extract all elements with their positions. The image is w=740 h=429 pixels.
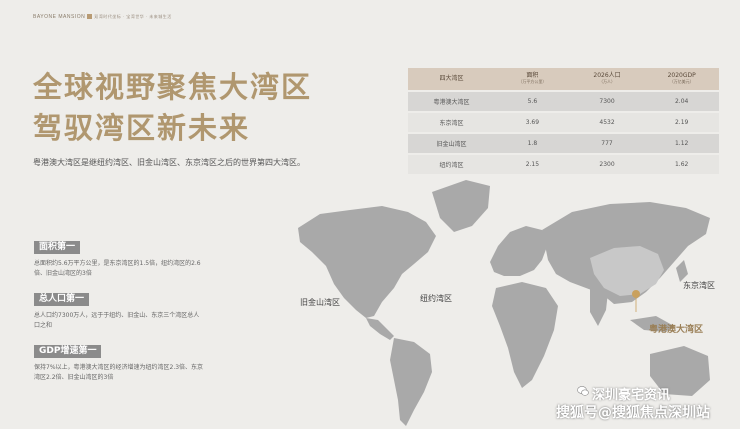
intro-text: 粤港澳大湾区是继纽约湾区、旧金山湾区、东京湾区之后的世界第四大湾区。 [33, 158, 305, 167]
table-cell: 1.8 [495, 132, 570, 154]
brand-logo-icon [87, 14, 93, 19]
table-header-cell: 面积 （万平方公里） [495, 68, 570, 91]
stat-desc-gdp: 保持7%以上，粤港澳大湾区的经济增速为纽约湾区2.3倍、东京湾区2.2倍、旧金山… [34, 364, 204, 381]
stat-desc-population: 总人口约7300万人，远于于纽约、旧金山、东京三个湾区总人口之和 [34, 312, 200, 329]
greenland-shape [432, 180, 490, 232]
south-america-shape [390, 338, 432, 426]
table-cell: 2.04 [644, 90, 719, 112]
table-header-cell: 2020GDP （万亿美元） [644, 68, 719, 91]
watermark-line2: 搜狐号@搜狐焦点深圳站 [556, 405, 710, 421]
table-cell: 5.6 [495, 90, 570, 112]
brand-header: BAYONE MANSION 双湾时代坐标 · 宝湾世华 · 未来城生活 [33, 14, 172, 20]
table-cell: 4532 [569, 111, 645, 133]
map-label-gba: 粤港澳大湾区 [649, 325, 704, 335]
world-map [298, 180, 710, 426]
india-shape [590, 288, 608, 326]
brand-tagline: 双湾时代坐标 · 宝湾世华 · 未来城生活 [94, 14, 172, 19]
table-cell: 3.69 [495, 111, 570, 133]
table-row: 旧金山湾区 1.8 777 1.12 [408, 132, 719, 154]
table-cell: 1.12 [644, 132, 719, 154]
japan-shape [676, 260, 688, 282]
table-header-cell: 四大湾区 [408, 68, 496, 91]
brand-name: BAYONE MANSION [33, 14, 86, 20]
watermark-line1: 深圳豪宅资讯 [592, 388, 671, 403]
stat-tag-area: 面积第一 [34, 241, 81, 254]
page-title-line2: 驾驭湾区新未来 [33, 111, 251, 145]
map-label-sf: 旧金山湾区 [300, 298, 340, 307]
stat-tag-gdp: GDP增速第一 [34, 345, 102, 358]
table-cell: 2.19 [644, 111, 719, 133]
table-cell: 777 [569, 132, 645, 154]
stat-desc-area: 总面积约5.6万平方公里，是东京湾区的1.5倍，纽约湾区的2.6倍、旧金山湾区的… [34, 260, 201, 277]
table-header-cell: 2026人口 （万人） [569, 68, 645, 91]
table-cell: 7300 [569, 90, 645, 112]
table-row: 粤港澳大湾区 5.6 7300 2.04 [408, 90, 719, 112]
table-row: 东京湾区 3.69 4532 2.19 [408, 111, 719, 133]
table-cell: 粤港澳大湾区 [408, 90, 496, 112]
map-label-tokyo: 东京湾区 [683, 281, 715, 290]
map-label-ny: 纽约湾区 [420, 294, 452, 303]
bay-area-comparison-table: 四大湾区 面积 （万平方公里） 2026人口 （万人） 2020GDP （万亿美元） … [408, 68, 719, 174]
europe-shape [490, 226, 548, 276]
stat-tag-population: 总人口第一 [34, 293, 90, 306]
wechat-icon [577, 386, 589, 396]
africa-shape [492, 282, 558, 388]
table-cell: 旧金山湾区 [408, 132, 496, 154]
table-cell: 东京湾区 [408, 111, 496, 133]
table-header-row: 四大湾区 面积 （万平方公里） 2026人口 （万人） 2020GDP （万亿美元） [408, 68, 719, 91]
page-title-line1: 全球视野聚焦大湾区 [33, 70, 313, 104]
central-america-shape [366, 318, 394, 340]
